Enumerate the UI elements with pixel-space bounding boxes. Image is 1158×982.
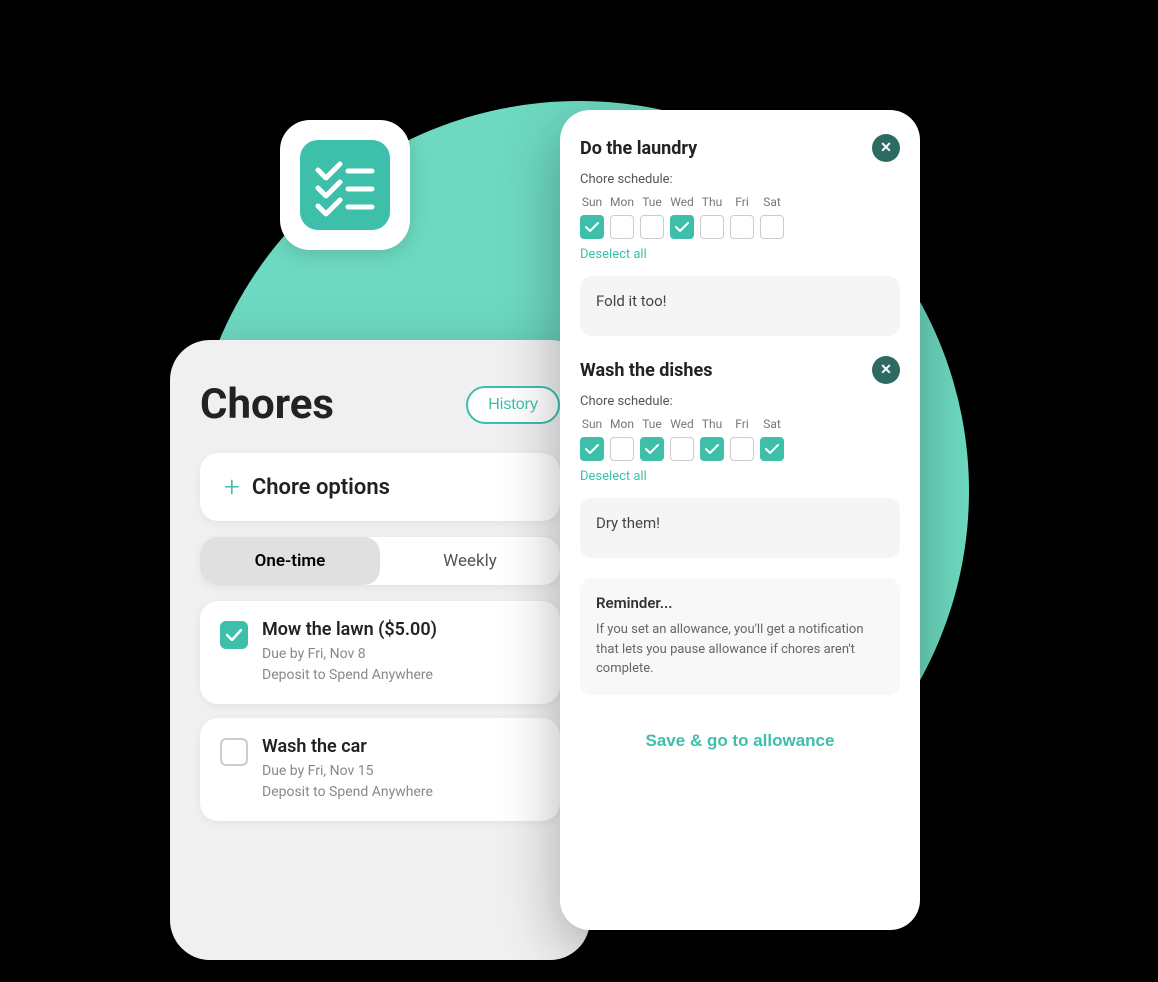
day-cb-mon-1[interactable] — [610, 215, 634, 239]
tab-weekly[interactable]: Weekly — [380, 537, 560, 585]
day-cb-fri-2[interactable] — [730, 437, 754, 461]
checkbox-car[interactable] — [220, 738, 248, 766]
panel-scroll: Do the laundry ✕ Chore schedule: Sun Mon — [560, 110, 920, 930]
plus-icon: + — [224, 473, 240, 501]
chore-deposit-car: Deposit to Spend Anywhere — [262, 782, 433, 803]
chores-title: Chores — [200, 380, 334, 429]
app-icon-inner — [300, 140, 390, 230]
day-cb-wed-2[interactable] — [670, 437, 694, 461]
chore-deposit-mow: Deposit to Spend Anywhere — [262, 665, 437, 686]
tab-one-time[interactable]: One-time — [200, 537, 380, 585]
day-label-fri-1: Fri — [735, 195, 748, 209]
day-label-tue-1: Tue — [642, 195, 662, 209]
day-col-tue-2: Tue — [640, 417, 664, 461]
tab-row: One-time Weekly — [200, 537, 560, 585]
close-laundry-button[interactable]: ✕ — [872, 134, 900, 162]
deselect-dishes-link[interactable]: Deselect all — [580, 469, 900, 484]
checkbox-mow[interactable] — [220, 621, 248, 649]
day-label-mon-1: Mon — [610, 195, 634, 209]
scene: Chores History + Chore options One-time … — [0, 0, 1158, 982]
chore-item-car: Wash the car Due by Fri, Nov 15 Deposit … — [200, 718, 560, 821]
day-cb-fri-1[interactable] — [730, 215, 754, 239]
laundry-schedule-label: Chore schedule: — [580, 172, 900, 187]
day-col-sun-1: Sun — [580, 195, 604, 239]
day-label-wed-1: Wed — [670, 195, 694, 209]
day-col-fri-2: Fri — [730, 417, 754, 461]
save-button[interactable]: Save & go to allowance — [580, 715, 900, 767]
laundry-note[interactable]: Fold it too! — [580, 276, 900, 336]
chores-header: Chores History — [200, 380, 560, 429]
day-label-fri-2: Fri — [735, 417, 748, 431]
chore-options-text: Chore options — [252, 475, 390, 500]
dishes-note[interactable]: Dry them! — [580, 498, 900, 558]
reminder-text: If you set an allowance, you'll get a no… — [596, 620, 884, 679]
dishes-days-row: Sun Mon Tue — [580, 417, 900, 461]
chore-item-mow: Mow the lawn ($5.00) Due by Fri, Nov 8 D… — [200, 601, 560, 704]
day-label-sat-1: Sat — [763, 195, 781, 209]
chore-info-mow: Mow the lawn ($5.00) Due by Fri, Nov 8 D… — [262, 619, 437, 686]
section-dishes: Wash the dishes ✕ Chore schedule: Sun Mo… — [580, 356, 900, 558]
day-label-thu-1: Thu — [702, 195, 722, 209]
day-col-thu-1: Thu — [700, 195, 724, 239]
chore-options-card[interactable]: + Chore options — [200, 453, 560, 521]
day-label-mon-2: Mon — [610, 417, 634, 431]
reminder-title: Reminder... — [596, 594, 884, 612]
laundry-days-row: Sun Mon Tue — [580, 195, 900, 239]
day-col-mon-1: Mon — [610, 195, 634, 239]
day-col-mon-2: Mon — [610, 417, 634, 461]
section-laundry: Do the laundry ✕ Chore schedule: Sun Mon — [580, 134, 900, 336]
dishes-title: Wash the dishes — [580, 360, 712, 381]
day-cb-thu-1[interactable] — [700, 215, 724, 239]
day-cb-sun-2[interactable] — [580, 437, 604, 461]
day-label-tue-2: Tue — [642, 417, 662, 431]
day-cb-sat-1[interactable] — [760, 215, 784, 239]
day-col-fri-1: Fri — [730, 195, 754, 239]
reminder-section: Reminder... If you set an allowance, you… — [580, 578, 900, 695]
day-col-sat-1: Sat — [760, 195, 784, 239]
laundry-header: Do the laundry ✕ — [580, 134, 900, 162]
day-col-tue-1: Tue — [640, 195, 664, 239]
chore-name-car: Wash the car — [262, 736, 433, 757]
chore-due-car: Due by Fri, Nov 15 — [262, 761, 433, 782]
phone-left: Chores History + Chore options One-time … — [170, 340, 590, 960]
app-icon — [280, 120, 410, 250]
day-col-sat-2: Sat — [760, 417, 784, 461]
day-col-thu-2: Thu — [700, 417, 724, 461]
day-col-wed-1: Wed — [670, 195, 694, 239]
day-label-wed-2: Wed — [670, 417, 694, 431]
checklist-icon — [310, 150, 380, 220]
day-cb-sun-1[interactable] — [580, 215, 604, 239]
day-cb-mon-2[interactable] — [610, 437, 634, 461]
deselect-laundry-link[interactable]: Deselect all — [580, 247, 900, 262]
day-cb-tue-2[interactable] — [640, 437, 664, 461]
chore-name-mow: Mow the lawn ($5.00) — [262, 619, 437, 640]
day-cb-sat-2[interactable] — [760, 437, 784, 461]
day-cb-tue-1[interactable] — [640, 215, 664, 239]
close-dishes-button[interactable]: ✕ — [872, 356, 900, 384]
phone-right: Do the laundry ✕ Chore schedule: Sun Mon — [560, 110, 920, 930]
chore-due-mow: Due by Fri, Nov 8 — [262, 644, 437, 665]
history-button[interactable]: History — [466, 386, 560, 424]
dishes-header: Wash the dishes ✕ — [580, 356, 900, 384]
day-label-sun-1: Sun — [582, 195, 602, 209]
day-cb-thu-2[interactable] — [700, 437, 724, 461]
day-label-thu-2: Thu — [702, 417, 722, 431]
chore-info-car: Wash the car Due by Fri, Nov 15 Deposit … — [262, 736, 433, 803]
day-col-sun-2: Sun — [580, 417, 604, 461]
check-icon — [226, 629, 242, 641]
day-label-sat-2: Sat — [763, 417, 781, 431]
day-col-wed-2: Wed — [670, 417, 694, 461]
laundry-title: Do the laundry — [580, 138, 697, 159]
dishes-schedule-label: Chore schedule: — [580, 394, 900, 409]
day-cb-wed-1[interactable] — [670, 215, 694, 239]
day-label-sun-2: Sun — [582, 417, 602, 431]
